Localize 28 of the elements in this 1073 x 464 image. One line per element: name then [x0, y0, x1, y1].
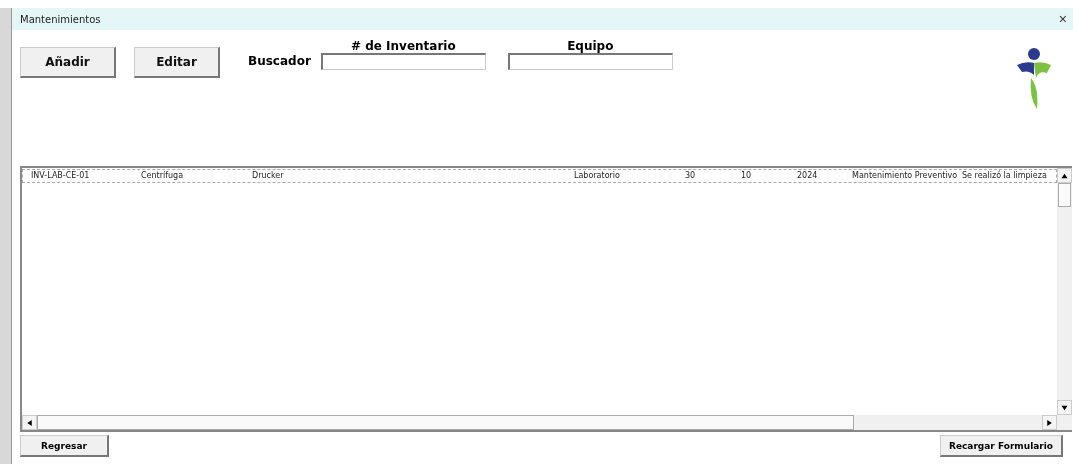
- field-label: # de Inventario: [350, 40, 456, 53]
- table-cell-text: 30: [684, 170, 697, 182]
- vertical-scrollbar[interactable]: [1057, 168, 1072, 415]
- table-cell-text: Centrífuga: [140, 170, 185, 182]
- toolbar-button[interactable]: Editar: [134, 47, 220, 78]
- field-label: Equipo: [567, 40, 614, 53]
- search-field[interactable]: [507, 53, 673, 70]
- list-row[interactable]: INV-LAB-CE-01 Centrífuga Drucker Laboratorio 30 10 2024 Mantenimiento Preventivo Se realizó la limpieza: [22, 169, 1057, 183]
- left-arrow-icon: [26, 419, 33, 426]
- logo-icon: [1017, 48, 1051, 110]
- footer-button[interactable]: Regresar: [20, 435, 109, 457]
- table-cell-text: 10: [740, 170, 753, 182]
- scroll-thumb[interactable]: [37, 415, 854, 430]
- table-cell-text: 2024: [796, 170, 819, 182]
- search-label: Buscador: [248, 54, 311, 68]
- scroll-thumb[interactable]: [1058, 183, 1071, 207]
- toolbar-button[interactable]: Añadir: [20, 47, 116, 78]
- down-arrow-icon: [1061, 404, 1068, 411]
- right-arrow-icon: [1046, 419, 1053, 426]
- table-cell-text: Drucker: [251, 170, 285, 182]
- close-button[interactable]: ×: [1058, 12, 1067, 26]
- search-field[interactable]: [320, 53, 486, 70]
- table-cell-text: Laboratorio: [573, 170, 621, 182]
- footer-button[interactable]: Recargar Formulario: [939, 435, 1063, 457]
- table-cell-text: INV-LAB-CE-01: [30, 170, 91, 182]
- window-title: Mantenimientos: [20, 13, 101, 25]
- horizontal-scrollbar[interactable]: [22, 415, 1072, 430]
- up-arrow-icon: [1061, 172, 1068, 179]
